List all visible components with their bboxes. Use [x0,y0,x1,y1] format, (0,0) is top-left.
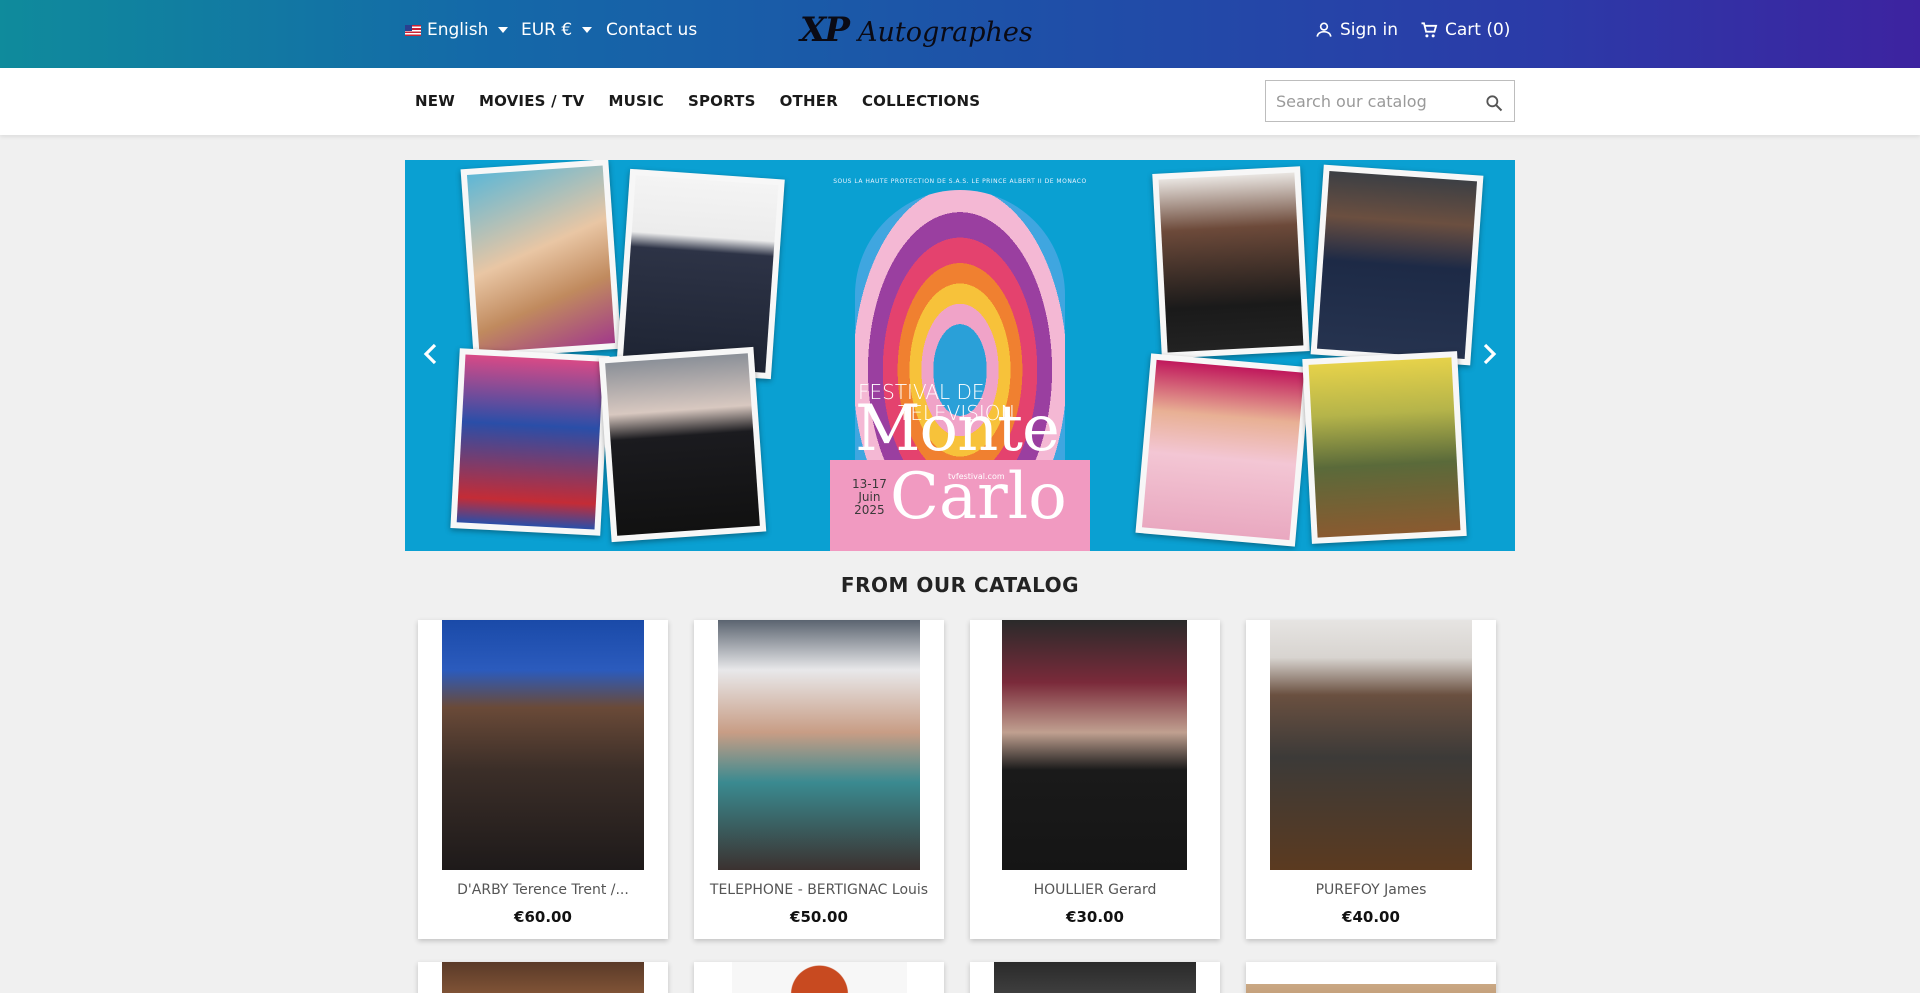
hero-carousel[interactable]: SOUS LA HAUTE PROTECTION DE S.A.S. LE PR… [405,160,1515,551]
banner-photo [598,346,767,543]
product-image[interactable] [994,962,1196,993]
cart-label: Cart (0) [1445,20,1511,40]
catalog-title: FROM OUR CATALOG [840,573,1080,597]
banner-photo [1302,351,1467,544]
main-navigation: NEW MOVIES / TV MUSIC SPORTS OTHER COLLE… [0,68,1920,135]
caret-down-icon [582,27,593,33]
product-card[interactable]: D'ARBY Terence Trent /... €60.00 [418,620,668,939]
product-card[interactable]: PUREFOY James €40.00 [1246,620,1496,939]
poster-dates: 13-17 Juin 2025 [852,478,887,517]
poster-website: tvfestival.com [948,472,1005,481]
product-image[interactable] [718,620,920,870]
product-name[interactable]: D'ARBY Terence Trent /... [418,882,668,898]
flag-us-icon [405,24,421,36]
search-icon[interactable] [1484,93,1504,113]
banner-photo [1152,166,1310,359]
product-name[interactable]: TELEPHONE - BERTIGNAC Louis [694,882,944,898]
nav-item-new[interactable]: NEW [403,92,467,110]
language-label: English [427,20,489,40]
product-image[interactable] [1270,620,1472,870]
caret-down-icon [498,27,509,33]
product-card[interactable] [1246,962,1496,993]
currency-label: EUR € [521,20,573,40]
festival-poster: SOUS LA HAUTE PROTECTION DE S.A.S. LE PR… [830,160,1090,551]
contact-link[interactable]: Contact us [606,20,697,40]
nav-item-sports[interactable]: SPORTS [676,92,768,110]
product-price: €60.00 [514,908,572,926]
banner-photo [616,168,785,380]
product-name[interactable]: HOULLIER Gerard [970,882,1220,898]
search-input[interactable] [1266,81,1476,121]
sign-in-link[interactable]: Sign in [1314,20,1398,40]
user-icon [1316,22,1332,37]
product-card[interactable] [970,962,1220,993]
sign-in-label: Sign in [1340,20,1398,40]
product-card[interactable]: TELEPHONE - BERTIGNAC Louis €50.00 [694,620,944,939]
product-price: €40.00 [1342,908,1400,926]
chevron-right-icon[interactable] [1477,342,1501,366]
nav-item-movies-tv[interactable]: MOVIES / TV [467,92,596,110]
product-card[interactable] [694,962,944,993]
product-image[interactable] [1002,620,1187,870]
currency-selector[interactable]: EUR € [521,20,593,40]
cart-icon [1421,22,1438,38]
banner-photo [1135,353,1311,547]
site-logo[interactable]: XP Autographes [800,10,1033,60]
banner-photo [1310,164,1484,366]
logo-text: Autographes [857,17,1033,48]
category-menu: NEW MOVIES / TV MUSIC SPORTS OTHER COLLE… [403,92,992,110]
top-bar: English EUR € Contact us XP Autographes … [0,0,1920,68]
nav-item-collections[interactable]: COLLECTIONS [850,92,992,110]
nav-item-other[interactable]: OTHER [768,92,850,110]
product-price: €30.00 [1066,908,1124,926]
banner-photo [450,348,610,536]
product-card[interactable]: HOULLIER Gerard €30.00 [970,620,1220,939]
product-image[interactable] [442,962,644,993]
product-price: €50.00 [790,908,848,926]
cart-link[interactable]: Cart (0) [1419,20,1510,40]
language-selector[interactable]: English [405,20,509,40]
poster-city-line-1: Monte [855,392,1060,466]
search-box [1265,80,1515,122]
product-card[interactable] [418,962,668,993]
poster-top-text: SOUS LA HAUTE PROTECTION DE S.A.S. LE PR… [833,178,1087,185]
product-image[interactable] [732,962,907,993]
product-image[interactable] [442,620,644,870]
logo-mark: XP [800,10,850,50]
product-image[interactable] [1246,984,1496,993]
banner-photo [460,160,622,359]
chevron-left-icon[interactable] [419,342,443,366]
nav-item-music[interactable]: MUSIC [596,92,676,110]
product-name[interactable]: PUREFOY James [1246,882,1496,898]
dates-line-3: 2025 [854,503,885,517]
